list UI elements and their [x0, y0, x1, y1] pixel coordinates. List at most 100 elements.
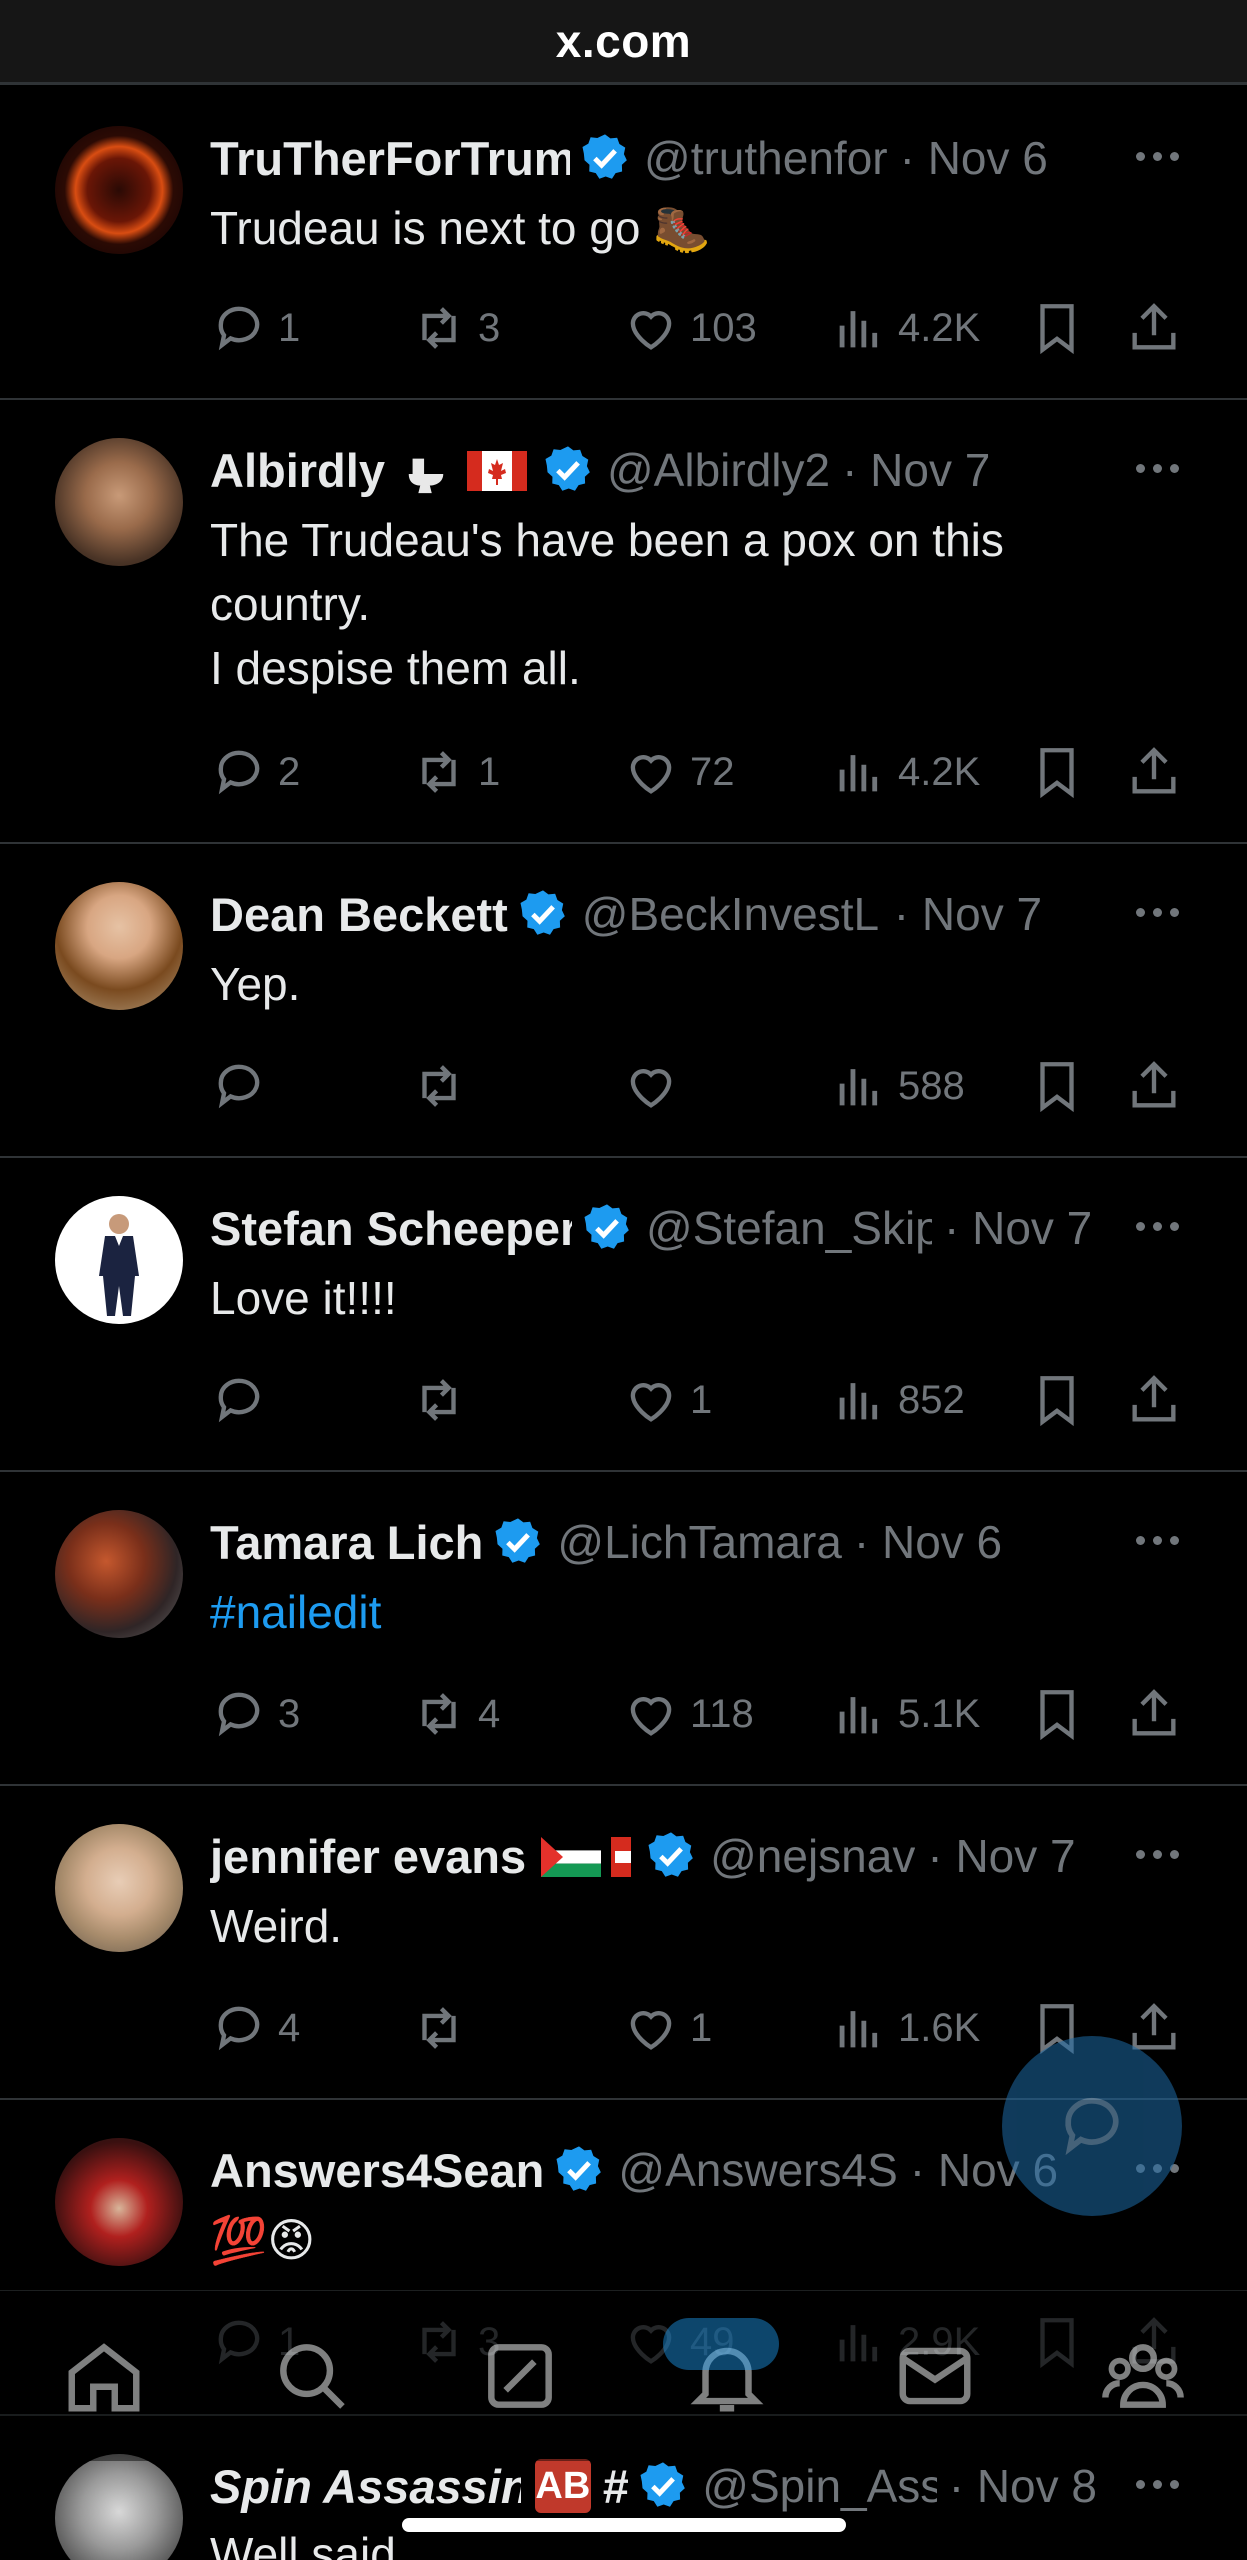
tweet[interactable]: TruTherForTrum @truthenfor · Nov 6 Trude… [0, 88, 1247, 400]
more-options-icon[interactable] [1132, 1532, 1192, 1572]
handle[interactable]: @LichTamara [557, 1515, 841, 1569]
tweet[interactable]: Albirdly @Albirdly2 · Nov 7 The Trudeau'… [0, 400, 1247, 844]
repost-button[interactable] [410, 1998, 478, 2058]
handle[interactable]: @nejsnav [710, 1829, 915, 1883]
repost-button[interactable] [410, 1370, 478, 1430]
like-button[interactable]: 1 [622, 1370, 712, 1430]
bookmark-icon [1040, 748, 1074, 799]
handle[interactable]: @Spin_Ass [702, 2459, 936, 2513]
bookmark-button[interactable] [1028, 1056, 1096, 1116]
avatar[interactable] [55, 882, 183, 1010]
view-count: 1.6K [898, 2005, 981, 2050]
like-button[interactable]: 103 [622, 298, 757, 358]
views-button[interactable]: 1.6K [830, 1998, 980, 2058]
timestamp[interactable]: · Nov 8 [949, 2459, 1097, 2513]
reply-icon [218, 2006, 260, 2051]
views-button[interactable]: 852 [830, 1370, 965, 1430]
reply-button[interactable] [210, 1056, 278, 1116]
bookmark-button[interactable] [1028, 742, 1096, 802]
avatar[interactable] [55, 2454, 183, 2560]
timestamp[interactable]: · Nov 6 [900, 131, 1048, 185]
views-button[interactable]: 4.2K [830, 298, 980, 358]
reply-button[interactable] [210, 1370, 278, 1430]
tweet[interactable]: Dean Beckett @BeckInvestLI · Nov 7 Yep. … [0, 844, 1247, 1158]
messages-icon[interactable] [892, 2333, 978, 2419]
timestamp[interactable]: · Nov 7 [842, 443, 990, 497]
handle[interactable]: @Albirdly2 [607, 443, 830, 497]
bookmark-button[interactable] [1028, 1370, 1096, 1430]
reply-button[interactable]: 2 [210, 742, 300, 802]
share-button[interactable] [1125, 1370, 1193, 1430]
tweet-header: Spin Assassin AB # @Spin_Ass · Nov 8 [210, 2451, 1097, 2521]
tweet[interactable]: Stefan Scheepers @Stefan_Skip · Nov 7 Lo… [0, 1158, 1247, 1472]
home-icon[interactable] [61, 2333, 147, 2419]
like-count: 1 [690, 2005, 713, 2050]
bookmark-button[interactable] [1028, 298, 1096, 358]
avatar[interactable] [55, 2138, 183, 2266]
handle[interactable]: @truthenfor [644, 131, 888, 185]
more-options-icon[interactable] [1132, 1218, 1192, 1258]
tweet-header: TruTherForTrum @truthenfor · Nov 6 [210, 123, 1097, 193]
display-name[interactable]: Tamara Lich [210, 1515, 483, 1570]
repost-button[interactable] [410, 1056, 478, 1116]
views-button[interactable]: 5.1K [830, 1684, 980, 1744]
repost-button[interactable]: 3 [410, 298, 500, 358]
bookmark-icon [1040, 1376, 1074, 1427]
more-options-icon[interactable] [1132, 148, 1192, 188]
timestamp[interactable]: · Nov 7 [894, 887, 1042, 941]
bookmark-icon [1040, 1062, 1074, 1113]
partial-flag-icon [610, 1837, 632, 1877]
like-button[interactable]: 72 [622, 742, 735, 802]
share-button[interactable] [1125, 1056, 1193, 1116]
browser-url-bar[interactable]: x.com [0, 0, 1247, 85]
view-count: 5.1K [898, 1691, 981, 1736]
heart-icon [630, 311, 672, 350]
tweet[interactable]: Tamara Lich @LichTamara · Nov 6 #nailedi… [0, 1472, 1247, 1786]
search-icon[interactable] [269, 2333, 355, 2419]
floating-reply-button[interactable] [1002, 2036, 1182, 2216]
display-name[interactable]: Stefan Scheepers [210, 1201, 572, 1256]
display-name[interactable]: Albirdly [210, 443, 385, 498]
reply-button[interactable]: 4 [210, 1998, 300, 2058]
bookmark-button[interactable] [1028, 1684, 1096, 1744]
display-name[interactable]: jennifer evans [210, 1829, 526, 1884]
avatar[interactable] [55, 126, 183, 254]
display-name[interactable]: Dean Beckett [210, 887, 508, 942]
reply-bubble-icon [1065, 2098, 1119, 2156]
communities-icon[interactable] [1100, 2333, 1186, 2419]
like-count: 1 [690, 1377, 713, 1422]
avatar[interactable] [55, 1824, 183, 1952]
share-button[interactable] [1125, 298, 1193, 358]
more-options-icon[interactable] [1132, 2476, 1192, 2516]
share-button[interactable] [1125, 742, 1193, 802]
avatar[interactable] [55, 1196, 183, 1324]
timestamp[interactable]: · Nov 6 [854, 1515, 1002, 1569]
share-button[interactable] [1125, 1684, 1193, 1744]
palestine-flag-icon [540, 1837, 602, 1877]
views-button[interactable]: 588 [830, 1056, 965, 1116]
avatar[interactable] [55, 438, 183, 566]
views-button[interactable]: 4.2K [830, 742, 980, 802]
like-button[interactable] [622, 1056, 690, 1116]
display-name[interactable]: Spin Assassin [210, 2459, 521, 2514]
more-options-icon[interactable] [1132, 1846, 1192, 1886]
like-button[interactable]: 118 [622, 1684, 754, 1744]
timestamp[interactable]: · Nov 7 [927, 1829, 1075, 1883]
reply-button[interactable]: 3 [210, 1684, 300, 1744]
grok-icon[interactable] [477, 2333, 563, 2419]
more-options-icon[interactable] [1132, 904, 1192, 944]
repost-button[interactable]: 1 [410, 742, 500, 802]
handle[interactable]: @Stefan_Skip [646, 1201, 932, 1255]
repost-button[interactable]: 4 [410, 1684, 500, 1744]
avatar[interactable] [55, 1510, 183, 1638]
like-button[interactable]: 1 [622, 1998, 712, 2058]
hashtag-link[interactable]: #nailedit [210, 1586, 381, 1638]
display-name[interactable]: Answers4Sean [210, 2143, 544, 2198]
handle[interactable]: @BeckInvestLI [582, 887, 882, 941]
handle[interactable]: @Answers4S [618, 2143, 897, 2197]
timestamp[interactable]: · Nov 7 [944, 1201, 1092, 1255]
more-options-icon[interactable] [1132, 460, 1192, 500]
reply-button[interactable]: 1 [210, 298, 300, 358]
tweet-text-line: I despise them all. [210, 642, 581, 694]
display-name[interactable]: TruTherForTrum [210, 131, 570, 186]
